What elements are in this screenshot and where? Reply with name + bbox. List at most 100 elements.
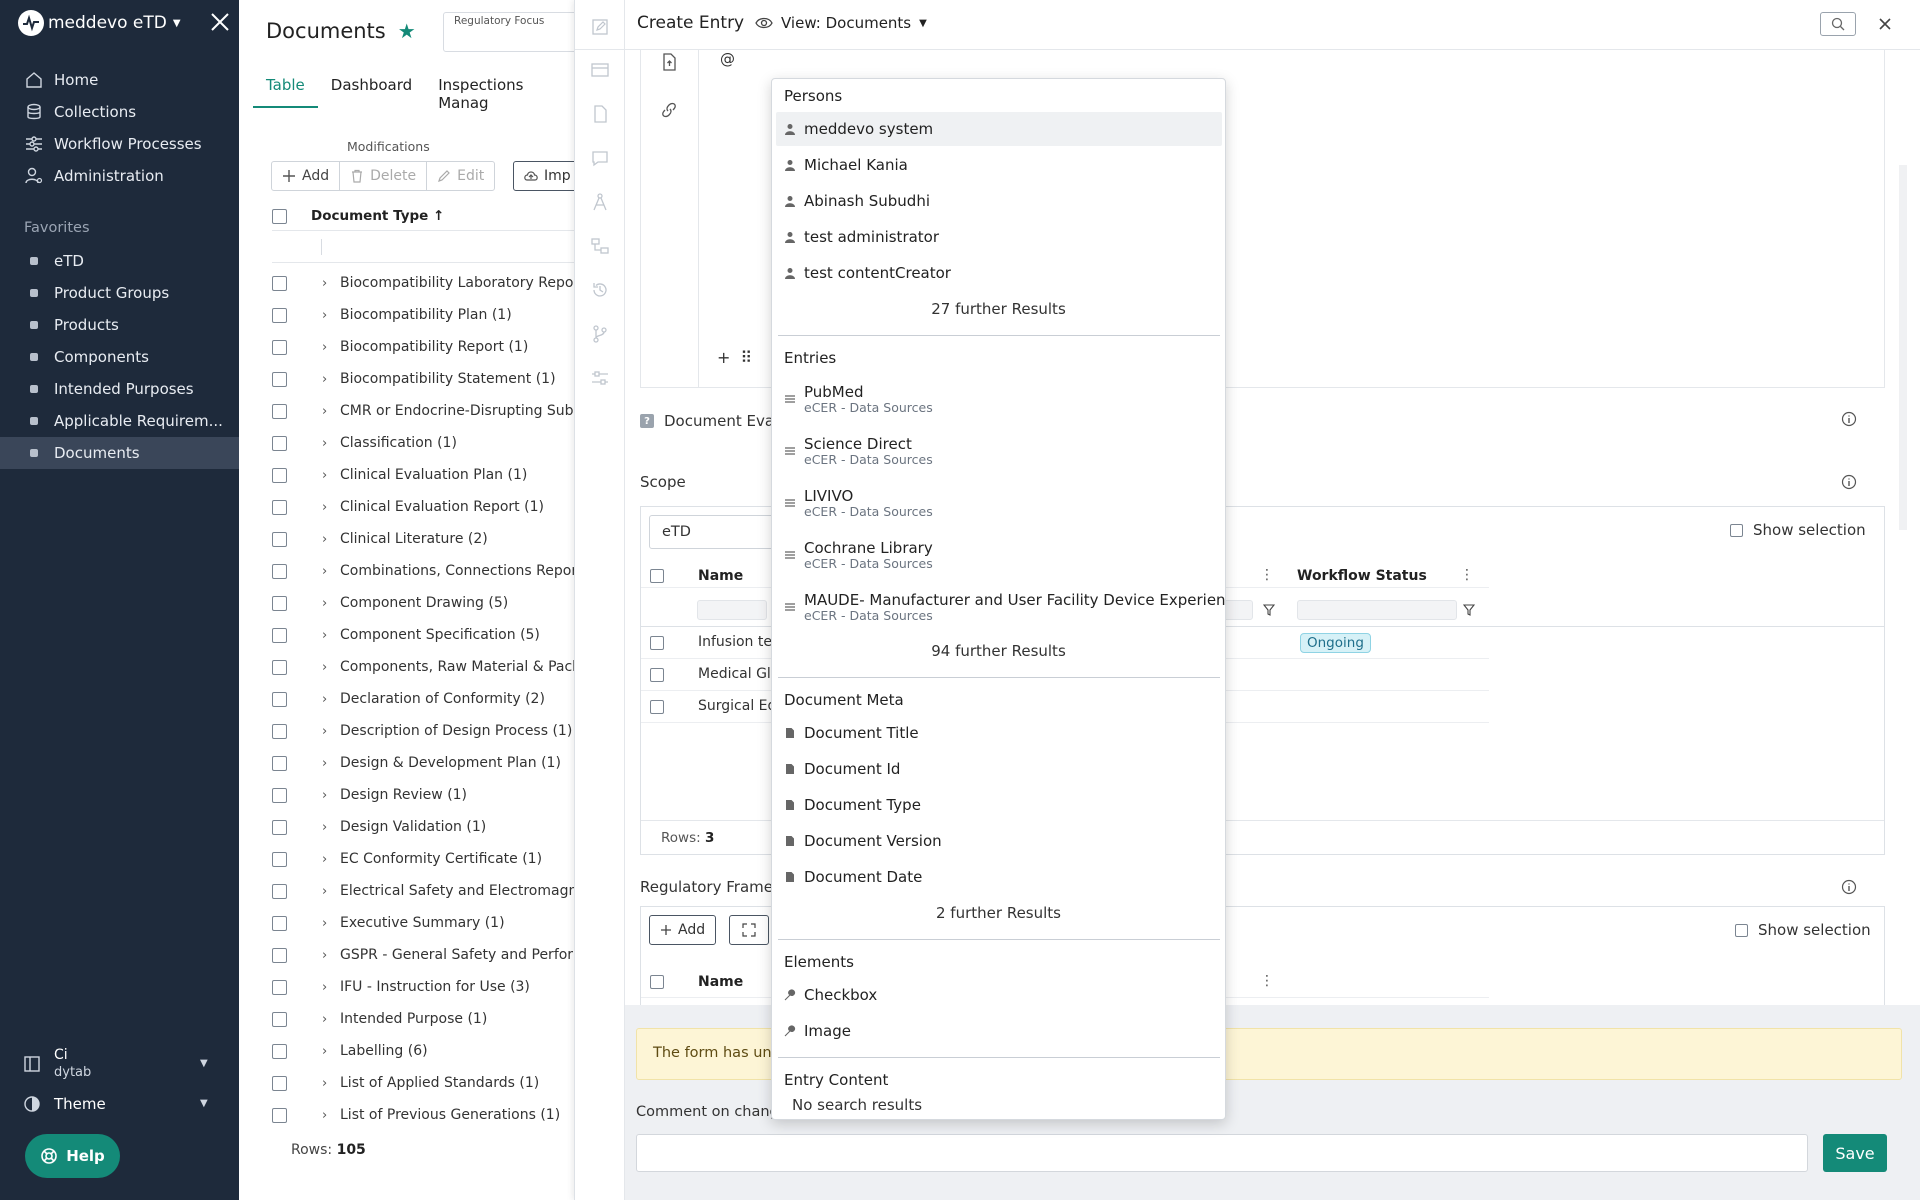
column-menu-icon[interactable]: ⋮ <box>1260 567 1274 583</box>
table-row[interactable]: › Design Validation (1) <box>272 811 574 843</box>
row-checkbox[interactable] <box>272 1107 287 1123</box>
table-row[interactable]: › Labelling (6) <box>272 1035 574 1067</box>
chevron-right-icon[interactable]: › <box>322 468 327 483</box>
table-row[interactable]: › Biocompatibility Laboratory Report ( <box>272 267 574 299</box>
row-checkbox[interactable] <box>272 275 287 291</box>
chevron-right-icon[interactable]: › <box>322 1108 327 1123</box>
add-button[interactable]: Add <box>271 161 341 191</box>
chevron-right-icon[interactable]: › <box>322 852 327 867</box>
row-checkbox[interactable] <box>272 915 287 931</box>
row-checkbox[interactable] <box>650 700 664 714</box>
table-row[interactable]: › EC Conformity Certificate (1) <box>272 843 574 875</box>
filter-icon[interactable] <box>1263 604 1275 616</box>
table-row[interactable]: › CMR or Endocrine-Disrupting Substa <box>272 395 574 427</box>
row-checkbox[interactable] <box>272 1043 287 1059</box>
chevron-right-icon[interactable]: › <box>322 884 327 899</box>
chevron-right-icon[interactable]: › <box>322 628 327 643</box>
show-selection-checkbox[interactable] <box>1730 523 1743 537</box>
column-menu-icon[interactable]: ⋮ <box>1460 567 1474 583</box>
chevron-right-icon[interactable]: › <box>322 820 327 835</box>
chevron-right-icon[interactable]: › <box>322 660 327 675</box>
tab-table[interactable]: Table <box>253 70 318 108</box>
table-row[interactable]: › Clinical Evaluation Plan (1) <box>272 459 574 491</box>
save-button[interactable]: Save <box>1823 1134 1887 1172</box>
chevron-right-icon[interactable]: › <box>322 1076 327 1091</box>
table-row[interactable]: › Classification (1) <box>272 427 574 459</box>
row-checkbox[interactable] <box>272 1011 287 1027</box>
entry-suggestion[interactable]: PubMed eCER - Data Sources <box>776 375 1222 423</box>
settings-sliders-icon[interactable] <box>590 368 610 388</box>
person-suggestion[interactable]: test contentCreator <box>776 256 1222 290</box>
close-panel-icon[interactable] <box>1873 12 1897 36</box>
show-selection-checkbox[interactable] <box>1735 923 1748 937</box>
entries-more-results[interactable]: 94 further Results <box>772 642 1225 660</box>
chevron-right-icon[interactable]: › <box>322 532 327 547</box>
nav-item-collections[interactable]: Collections <box>0 96 239 128</box>
row-checkbox[interactable] <box>272 819 287 835</box>
row-checkbox[interactable] <box>272 787 287 803</box>
favorite-item-etd[interactable]: eTD <box>0 245 239 277</box>
row-checkbox[interactable] <box>650 636 664 650</box>
show-selection-toggle[interactable]: Show selection <box>1730 521 1866 539</box>
table-row[interactable]: › Executive Summary (1) <box>272 907 574 939</box>
scrollbar[interactable] <box>1899 165 1907 530</box>
select-all-checkbox[interactable] <box>272 208 287 224</box>
table-row[interactable]: › Electrical Safety and Electromagnet <box>272 875 574 907</box>
chevron-right-icon[interactable]: › <box>322 980 327 995</box>
view-selector[interactable]: View: Documents ▼ <box>755 14 927 32</box>
element-suggestion[interactable]: Checkbox <box>776 978 1222 1012</box>
favorite-item-applicable-requirements[interactable]: Applicable Requirem... <box>0 405 239 437</box>
row-checkbox[interactable] <box>272 467 287 483</box>
row-checkbox[interactable] <box>272 531 287 547</box>
favorite-star-icon[interactable]: ★ <box>398 19 416 43</box>
document-meta-suggestion[interactable]: Document Type <box>776 788 1222 822</box>
document-meta-suggestion[interactable]: Document Id <box>776 752 1222 786</box>
row-checkbox[interactable] <box>272 851 287 867</box>
table-row[interactable]: › Biocompatibility Statement (1) <box>272 363 574 395</box>
entry-suggestion[interactable]: LIVIVO eCER - Data Sources <box>776 479 1222 527</box>
row-checkbox[interactable] <box>272 595 287 611</box>
favorite-item-components[interactable]: Components <box>0 341 239 373</box>
chevron-right-icon[interactable]: › <box>322 500 327 515</box>
select-all-checkbox[interactable] <box>650 569 664 583</box>
brand-switcher[interactable]: meddevo eTD ▼ <box>18 10 181 36</box>
chevron-right-icon[interactable]: › <box>322 916 327 931</box>
row-checkbox[interactable] <box>272 371 287 387</box>
row-checkbox[interactable] <box>272 563 287 579</box>
chevron-right-icon[interactable]: › <box>322 692 327 707</box>
show-selection-toggle[interactable]: Show selection <box>1735 921 1871 939</box>
chevron-right-icon[interactable]: › <box>322 788 327 803</box>
close-sidebar-icon[interactable] <box>208 10 232 34</box>
row-checkbox[interactable] <box>650 668 664 682</box>
meta-more-results[interactable]: 2 further Results <box>772 904 1225 922</box>
table-row[interactable]: › Design & Development Plan (1) <box>272 747 574 779</box>
regulatory-focus-select[interactable]: Regulatory Focus <box>443 12 574 52</box>
chevron-right-icon[interactable]: › <box>322 372 327 387</box>
element-suggestion[interactable]: Image <box>776 1014 1222 1048</box>
favorite-item-product-groups[interactable]: Product Groups <box>0 277 239 309</box>
entry-suggestion[interactable]: Cochrane Library eCER - Data Sources <box>776 531 1222 579</box>
chevron-right-icon[interactable]: › <box>322 948 327 963</box>
document-meta-suggestion[interactable]: Document Version <box>776 824 1222 858</box>
row-checkbox[interactable] <box>272 403 287 419</box>
table-row[interactable]: › IFU - Instruction for Use (3) <box>272 971 574 1003</box>
table-row[interactable]: › Biocompatibility Plan (1) <box>272 299 574 331</box>
chevron-right-icon[interactable]: › <box>322 564 327 579</box>
tab-inspections-management[interactable]: Inspections Manag <box>425 70 574 112</box>
person-suggestion[interactable]: Abinash Subudhi <box>776 184 1222 218</box>
table-row[interactable]: › Biocompatibility Report (1) <box>272 331 574 363</box>
comment-input[interactable] <box>636 1134 1808 1172</box>
workflow-filter-input[interactable] <box>1297 600 1457 620</box>
table-row[interactable]: › List of Applied Standards (1) <box>272 1067 574 1099</box>
chevron-right-icon[interactable]: › <box>322 308 327 323</box>
row-checkbox[interactable] <box>272 947 287 963</box>
table-row[interactable]: › GSPR - General Safety and Performa <box>272 939 574 971</box>
person-suggestion[interactable]: Michael Kania <box>776 148 1222 182</box>
chevron-right-icon[interactable]: › <box>322 340 327 355</box>
info-icon[interactable] <box>1841 474 1857 490</box>
table-row[interactable]: › Intended Purpose (1) <box>272 1003 574 1035</box>
row-checkbox[interactable] <box>272 307 287 323</box>
add-block-controls[interactable]: + ⠿ <box>717 348 752 367</box>
column-header-name[interactable]: Name <box>698 568 743 584</box>
card-icon[interactable] <box>590 60 610 80</box>
